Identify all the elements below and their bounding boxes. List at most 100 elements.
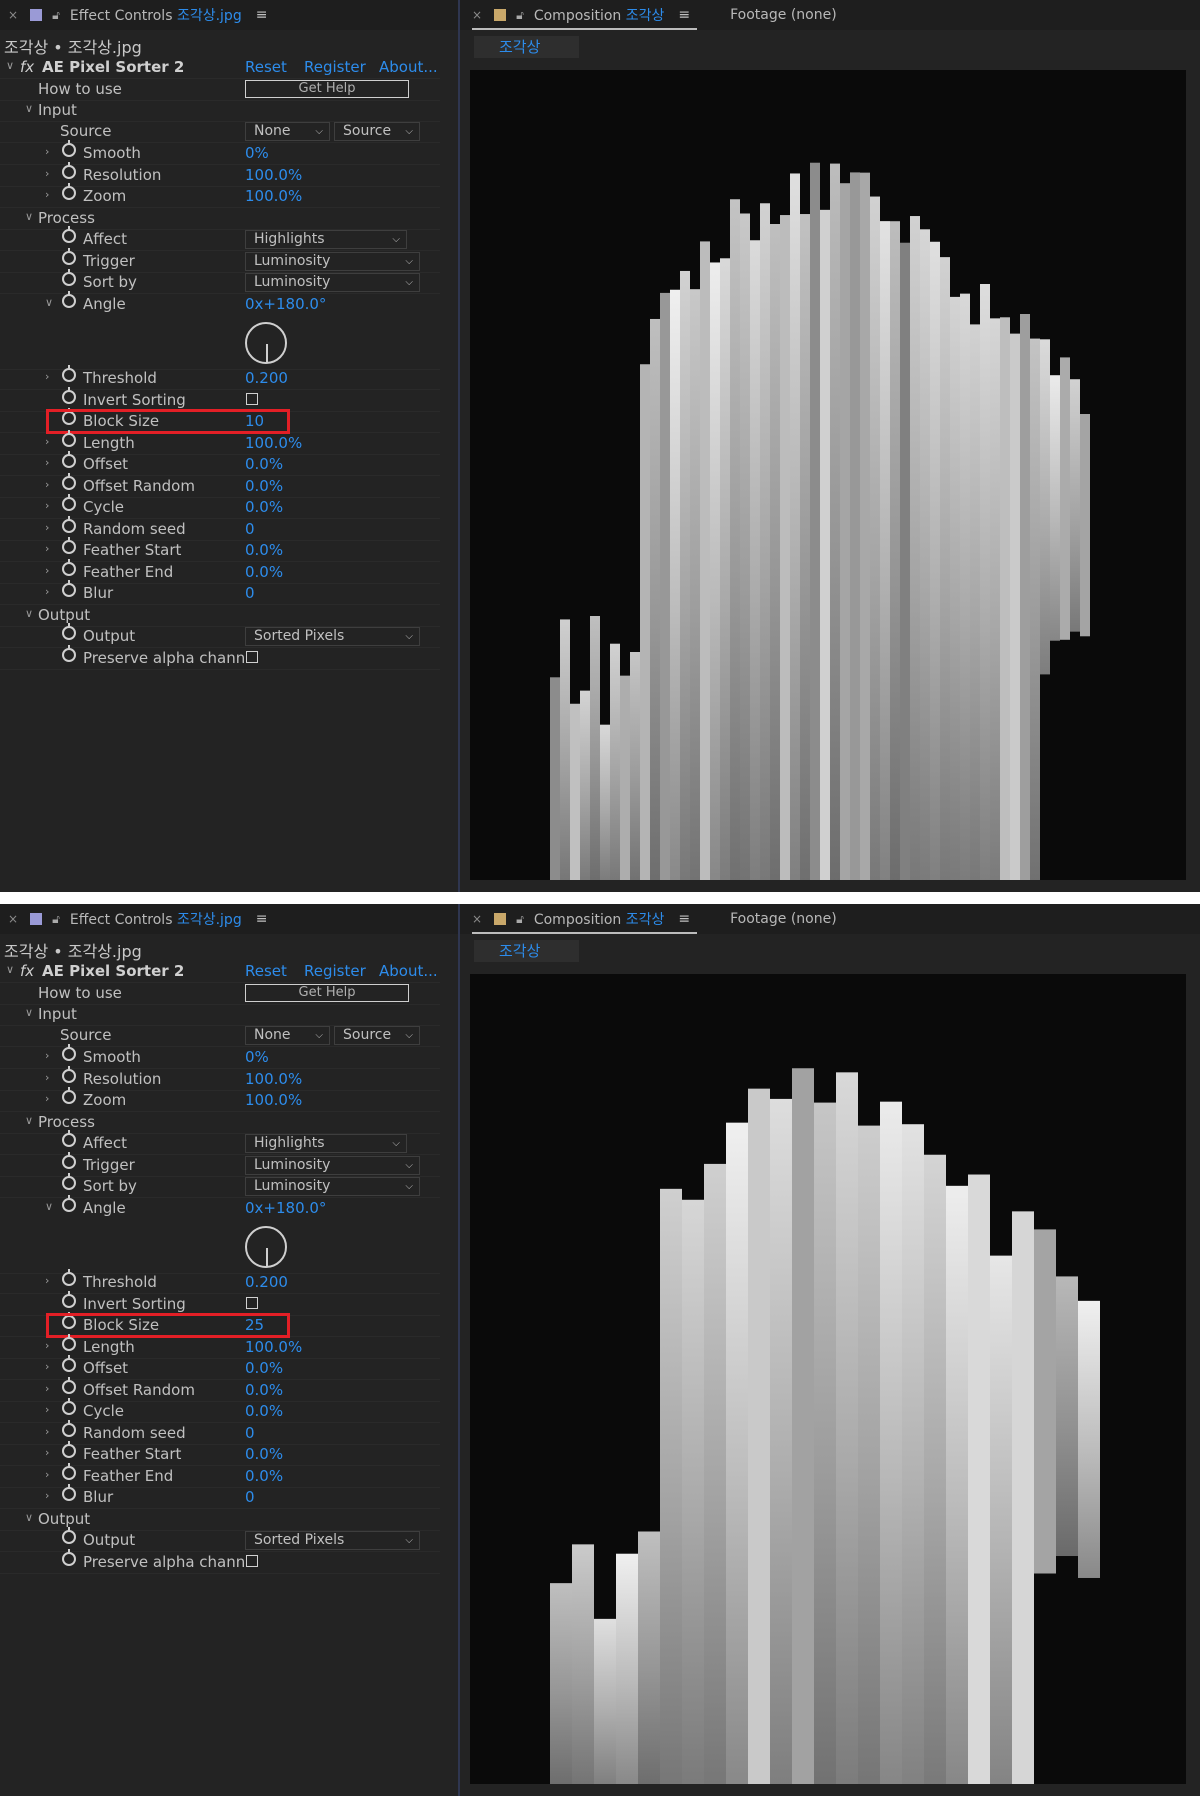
chevron-right-icon[interactable]: ›: [45, 478, 49, 491]
stopwatch-icon[interactable]: [62, 1441, 76, 1458]
length-value[interactable]: 100.0%: [245, 434, 302, 452]
stopwatch-icon[interactable]: [62, 387, 76, 404]
chevron-down-icon[interactable]: ∨: [25, 1114, 33, 1127]
reset-link[interactable]: Reset: [245, 58, 287, 76]
stopwatch-icon[interactable]: [62, 1398, 76, 1415]
offset-value[interactable]: 0.0%: [245, 1359, 283, 1377]
lock-icon[interactable]: 🔓︎: [52, 912, 60, 927]
stopwatch-icon[interactable]: [62, 226, 76, 243]
chevron-right-icon[interactable]: ›: [45, 188, 49, 201]
chevron-right-icon[interactable]: ›: [45, 1092, 49, 1105]
stopwatch-icon[interactable]: [62, 559, 76, 576]
affect-dropdown[interactable]: Highlights ⌵: [245, 230, 407, 249]
random-seed-value[interactable]: 0: [245, 520, 255, 538]
smooth-value[interactable]: 0%: [245, 144, 269, 162]
stopwatch-icon[interactable]: [62, 645, 76, 662]
stopwatch-icon[interactable]: [62, 623, 76, 640]
chevron-right-icon[interactable]: ›: [45, 1071, 49, 1084]
zoom-value[interactable]: 100.0%: [245, 187, 302, 205]
source-channel-dropdown[interactable]: Source ⌵: [334, 1026, 420, 1045]
stopwatch-icon[interactable]: [62, 1195, 76, 1212]
smooth-value[interactable]: 0%: [245, 1048, 269, 1066]
chevron-right-icon[interactable]: ›: [45, 1274, 49, 1287]
stopwatch-icon[interactable]: [62, 1130, 76, 1147]
panel-menu-icon[interactable]: ≡: [678, 7, 690, 23]
composition-tab[interactable]: × 🔓︎ Composition 조각상 ≡ Footage (none): [460, 0, 1200, 30]
source-layer-dropdown[interactable]: None ⌵: [245, 122, 330, 141]
stopwatch-icon[interactable]: [62, 248, 76, 265]
output-dropdown[interactable]: Sorted Pixels ⌵: [245, 1531, 420, 1550]
chevron-right-icon[interactable]: ›: [45, 435, 49, 448]
stopwatch-icon[interactable]: [62, 537, 76, 554]
angle-dial[interactable]: [245, 1226, 287, 1268]
stopwatch-icon[interactable]: [62, 291, 76, 308]
chevron-down-icon[interactable]: ∨: [25, 210, 33, 223]
source-layer-dropdown[interactable]: None ⌵: [245, 1026, 330, 1045]
chevron-right-icon[interactable]: ›: [45, 1468, 49, 1481]
reset-link[interactable]: Reset: [245, 962, 287, 980]
stopwatch-icon[interactable]: [62, 1173, 76, 1190]
chevron-down-icon[interactable]: ∨: [45, 296, 53, 309]
stopwatch-icon[interactable]: [62, 365, 76, 382]
angle-dial[interactable]: [245, 322, 287, 364]
trigger-dropdown[interactable]: Luminosity ⌵: [245, 1156, 420, 1175]
chevron-right-icon[interactable]: ›: [45, 1425, 49, 1438]
stopwatch-icon[interactable]: [62, 1334, 76, 1351]
chevron-right-icon[interactable]: ›: [45, 1339, 49, 1352]
chevron-down-icon[interactable]: ∨: [6, 963, 14, 976]
group-input[interactable]: ∨ Input: [0, 101, 440, 122]
resolution-value[interactable]: 100.0%: [245, 166, 302, 184]
stopwatch-icon[interactable]: [62, 1291, 76, 1308]
stopwatch-icon[interactable]: [62, 1152, 76, 1169]
chevron-right-icon[interactable]: ›: [45, 499, 49, 512]
chevron-down-icon[interactable]: ∨: [6, 59, 14, 72]
angle-value[interactable]: 0x+180.0°: [245, 1199, 326, 1217]
get-help-button[interactable]: Get Help: [245, 80, 409, 98]
register-link[interactable]: Register: [304, 962, 366, 980]
chevron-down-icon[interactable]: ∨: [25, 607, 33, 620]
stopwatch-icon[interactable]: [62, 162, 76, 179]
group-process[interactable]: ∨ Process: [0, 209, 440, 230]
chevron-right-icon[interactable]: ›: [45, 456, 49, 469]
stopwatch-icon[interactable]: [62, 1484, 76, 1501]
get-help-button[interactable]: Get Help: [245, 984, 409, 1002]
sortby-dropdown[interactable]: Luminosity ⌵: [245, 1177, 420, 1196]
composition-viewer[interactable]: [470, 974, 1186, 1784]
chevron-down-icon[interactable]: ∨: [25, 1006, 33, 1019]
stopwatch-icon[interactable]: [62, 1269, 76, 1286]
composition-viewer[interactable]: [470, 70, 1186, 880]
feather-start-value[interactable]: 0.0%: [245, 1445, 283, 1463]
chevron-right-icon[interactable]: ›: [45, 521, 49, 534]
close-icon[interactable]: ×: [472, 8, 482, 22]
feather-start-value[interactable]: 0.0%: [245, 541, 283, 559]
close-icon[interactable]: ×: [8, 8, 18, 22]
chevron-right-icon[interactable]: ›: [45, 1360, 49, 1373]
stopwatch-icon[interactable]: [62, 183, 76, 200]
stopwatch-icon[interactable]: [62, 1044, 76, 1061]
stopwatch-icon[interactable]: [62, 1527, 76, 1544]
effect-header-row[interactable]: ∨ fx AE Pixel Sorter 2 Reset Register Ab…: [0, 58, 440, 79]
chevron-right-icon[interactable]: ›: [45, 145, 49, 158]
offset-random-value[interactable]: 0.0%: [245, 1381, 283, 1399]
stopwatch-icon[interactable]: [62, 430, 76, 447]
stopwatch-icon[interactable]: [62, 1087, 76, 1104]
zoom-value[interactable]: 100.0%: [245, 1091, 302, 1109]
trigger-dropdown[interactable]: Luminosity ⌵: [245, 252, 420, 271]
chevron-down-icon[interactable]: ∨: [25, 1511, 33, 1524]
random-seed-value[interactable]: 0: [245, 1424, 255, 1442]
comp-view-tab[interactable]: 조각상: [474, 36, 579, 58]
stopwatch-icon[interactable]: [62, 516, 76, 533]
panel-menu-icon[interactable]: ≡: [256, 911, 268, 927]
about-link[interactable]: About...: [379, 962, 438, 980]
stopwatch-icon[interactable]: [62, 140, 76, 157]
effect-controls-tab[interactable]: × 🔓︎ Effect Controls 조각상.jpg ≡: [0, 904, 458, 934]
offset-value[interactable]: 0.0%: [245, 455, 283, 473]
sortby-dropdown[interactable]: Luminosity ⌵: [245, 273, 420, 292]
resolution-value[interactable]: 100.0%: [245, 1070, 302, 1088]
feather-end-value[interactable]: 0.0%: [245, 1467, 283, 1485]
stopwatch-icon[interactable]: [62, 494, 76, 511]
about-link[interactable]: About...: [379, 58, 438, 76]
source-channel-dropdown[interactable]: Source ⌵: [334, 122, 420, 141]
chevron-right-icon[interactable]: ›: [45, 564, 49, 577]
lock-icon[interactable]: 🔓︎: [516, 912, 524, 927]
